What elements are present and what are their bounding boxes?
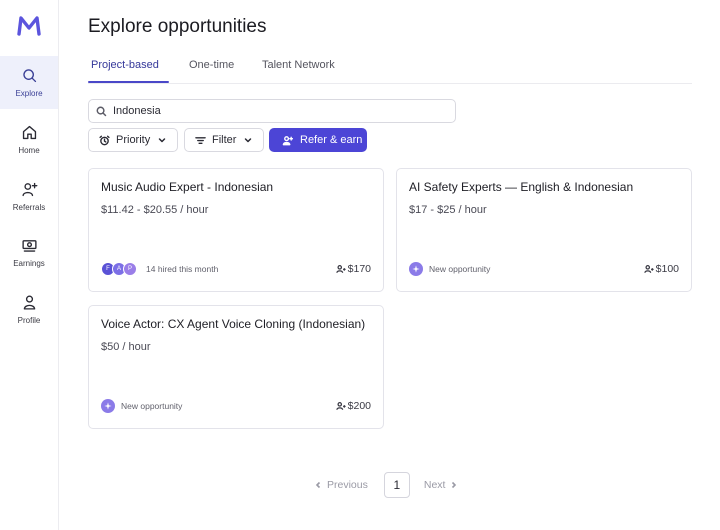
sidebar-item-referrals[interactable]: Referrals [0, 170, 58, 223]
sidebar-item-profile[interactable]: Profile [0, 283, 58, 336]
opportunity-card[interactable]: Voice Actor: CX Agent Voice Cloning (Ind… [88, 305, 384, 429]
card-pay-rate: $50 / hour [101, 341, 151, 353]
tab-project-based[interactable]: Project-based [91, 59, 159, 71]
card-footer: New opportunity $200 [101, 398, 371, 414]
search-input[interactable] [113, 105, 433, 117]
opportunity-card[interactable]: AI Safety Experts — English & Indonesian… [396, 168, 692, 292]
sidebar-item-label: Referrals [12, 203, 46, 212]
sparkle-icon [101, 399, 115, 413]
sidebar-item-explore[interactable]: Explore [0, 56, 58, 109]
user-plus-icon [282, 135, 293, 145]
opportunity-card[interactable]: Music Audio Expert - Indonesian $11.42 -… [88, 168, 384, 292]
sidebar-item-label: Profile [17, 316, 41, 325]
pagination: Previous 1 Next [314, 472, 458, 498]
sidebar-item-earnings[interactable]: Earnings [0, 226, 58, 279]
m-logo-icon[interactable] [17, 16, 41, 36]
filter-icon [195, 136, 206, 144]
referral-reward: $200 [335, 400, 371, 412]
home-icon [22, 125, 36, 140]
next-label: Next [423, 479, 446, 491]
user-plus-icon [21, 182, 37, 197]
active-tab-indicator [88, 81, 169, 83]
alarm-clock-icon [99, 135, 110, 145]
person-icon [23, 295, 35, 310]
page-title: Explore opportunities [88, 16, 267, 37]
card-title: Voice Actor: CX Agent Voice Cloning (Ind… [101, 317, 366, 331]
sparkle-icon [409, 262, 423, 276]
sidebar-item-label: Home [18, 146, 40, 155]
card-pay-rate: $11.42 - $20.55 / hour [101, 204, 209, 216]
tab-talent-network[interactable]: Talent Network [262, 59, 335, 71]
filter-button[interactable]: Filter [184, 128, 264, 152]
card-footer: F A P 14 hired this month $170 [101, 261, 371, 277]
card-title: AI Safety Experts — English & Indonesian [409, 180, 634, 194]
priority-button[interactable]: Priority [88, 128, 178, 152]
next-page-button[interactable]: Next [424, 479, 459, 491]
reward-amount: $170 [347, 263, 371, 275]
search-icon [22, 69, 36, 83]
refer-and-earn-label: Refer & earn [300, 134, 363, 146]
chevron-down-icon [245, 138, 252, 143]
priority-label: Priority [116, 134, 151, 146]
sidebar: Explore Home Referrals Earnings Profile [0, 0, 59, 530]
filter-label: Filter [212, 134, 237, 146]
page-number-button[interactable]: 1 [383, 472, 410, 498]
avatar: P [123, 262, 137, 276]
tab-one-time[interactable]: One-time [189, 59, 234, 71]
user-plus-icon [335, 265, 346, 273]
tab-bar: Project-based One-time Talent Network [88, 57, 692, 84]
money-icon [21, 240, 37, 252]
card-title: Music Audio Expert - Indonesian [101, 180, 274, 194]
reward-amount: $200 [347, 400, 371, 412]
search-icon [96, 106, 107, 116]
hired-count-text: 14 hired this month [146, 264, 219, 274]
sidebar-item-label: Explore [15, 89, 43, 98]
refer-and-earn-button[interactable]: Refer & earn [269, 128, 367, 152]
previous-page-button[interactable]: Previous [314, 479, 368, 491]
new-opportunity-text: New opportunity [429, 264, 491, 274]
sidebar-item-home[interactable]: Home [0, 113, 58, 166]
new-opportunity-text: New opportunity [121, 401, 183, 411]
card-footer: New opportunity $100 [409, 261, 679, 277]
referral-reward: $170 [335, 263, 371, 275]
sidebar-item-label: Earnings [13, 259, 45, 268]
chevron-right-icon [452, 481, 457, 489]
search-box[interactable] [88, 99, 456, 123]
chevron-left-icon [315, 481, 321, 489]
referral-reward: $100 [643, 263, 679, 275]
reward-amount: $100 [655, 263, 679, 275]
user-plus-icon [643, 265, 654, 273]
card-pay-rate: $17 - $25 / hour [409, 204, 487, 216]
user-plus-icon [335, 402, 346, 410]
chevron-down-icon [158, 138, 166, 143]
previous-label: Previous [327, 479, 368, 491]
